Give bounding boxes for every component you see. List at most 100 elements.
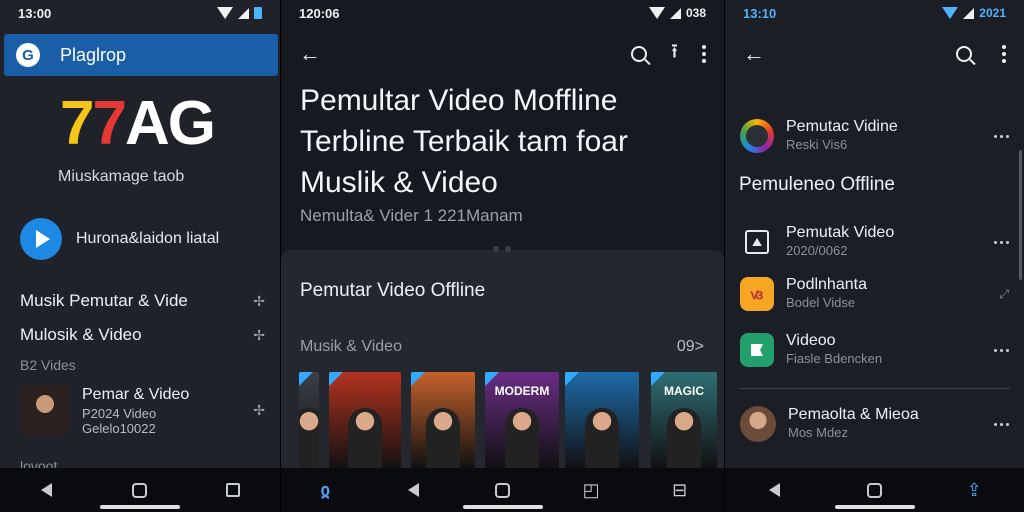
back-arrow-icon[interactable]: ← [299,41,321,67]
corner-badge-icon [329,372,343,386]
list-item[interactable]: Videoo Fiasle Bdencken [740,332,1009,368]
nav-home-button[interactable] [482,473,522,507]
page-meta: Nemulta& Vider 1 221Manam [300,206,523,225]
see-more-link[interactable]: 09> [677,338,704,356]
person-figure [426,408,460,468]
toolbox-icon[interactable]: ⊟ [660,473,700,507]
status-bar: 13:00 [0,0,280,26]
share-icon[interactable]: ⇪ [954,473,994,507]
item-subtitle: Bodel Vidse [786,295,856,310]
photo-frame-icon: ⛰ [745,230,769,254]
more-horizontal-icon[interactable] [994,348,1009,352]
item-subtitle: Mos Mdez [788,425,848,440]
list-item[interactable]: Pemutac Vidine Reski Vis6 [740,118,1009,154]
flag-app-icon [740,333,774,367]
nav-recents-button[interactable] [213,473,253,507]
brand-subtitle: Miuskamage taob [58,168,185,185]
status-battery-text: 038 [685,6,706,20]
sheet-title: Pemutar Video Offline [300,280,486,301]
person-figure [667,408,701,468]
thumbnail-label: MAGIC [664,384,704,398]
system-nav-bar [0,468,280,512]
more-horizontal-icon[interactable] [994,240,1009,244]
video-title: Pemar & Video [82,386,190,403]
nav-back-button[interactable] [27,473,67,507]
play-icon [20,218,62,260]
system-nav-bar: ჲ ◰ ⊟ [281,468,724,512]
top-app-bar: ← ⭱ [281,36,724,72]
back-arrow-icon[interactable]: ← [743,41,765,67]
top-app-bar: ← [725,36,1024,72]
video-thumbnail[interactable] [299,372,319,468]
corner-badge-icon [565,372,579,386]
back-triangle-icon [408,483,420,497]
play-label: Hurona&laidon liatal [76,230,220,247]
signal-icon [963,7,975,19]
video-thumbnail[interactable] [411,372,475,468]
signal-icon [669,7,681,19]
list-item[interactable]: Pemaolta & Mieoa Mos Mdez [740,406,1009,442]
screenshot-icon[interactable]: ◰ [571,473,611,507]
expand-icon[interactable]: ⤢ [999,287,1009,302]
app-title: Plaglrop [60,44,127,65]
list-item[interactable]: Mulosik & Video ✢ [20,318,265,352]
video-thumbnail[interactable] [565,372,639,468]
list-item[interactable]: Musik Pemutar & Vide ✢ [20,284,265,318]
section-title: Pemuleneo Offline [739,174,895,195]
item-title: Videoo [786,332,836,349]
status-battery-text: 2021 [979,6,1006,20]
app-header[interactable]: G Plaglrop [4,34,278,76]
orange-app-icon: ꟃ [740,277,774,311]
item-title: Pemaolta & Mieoa [788,406,919,423]
system-nav-bar: ⇪ [725,468,1024,512]
nav-home-button[interactable] [854,473,894,507]
home-icon [132,482,148,498]
back-triangle-icon [769,483,781,497]
section-label: Musik & Video [300,338,402,355]
play-all-button[interactable]: Hurona&laidon liatal [20,218,219,260]
video-thumbnail[interactable] [329,372,401,468]
more-options-icon[interactable] [1002,45,1006,63]
video-thumbnail[interactable]: MAGIC [651,372,717,468]
more-options-icon[interactable] [702,45,706,63]
brand-logo: 77AG [60,89,216,158]
video-thumbnail[interactable]: MODERM [485,372,559,468]
app-switcher-icon[interactable]: ჲ [305,473,345,507]
item-title: Podlnhanta [786,276,867,293]
more-horizontal-icon[interactable] [994,422,1009,426]
search-icon[interactable] [956,46,972,62]
wifi-icon [217,7,233,19]
nav-back-button[interactable] [755,473,795,507]
left-screen: 13:00 G Plaglrop 77AG Miuskamage taob Hu… [0,0,280,512]
item-subtitle: Fiasle Bdencken [786,351,883,366]
person-figure [585,408,619,468]
section-caption: B2 Vides [20,357,76,373]
recents-icon [226,483,241,497]
nav-back-button[interactable] [394,473,434,507]
nav-home-button[interactable] [120,473,160,507]
home-indicator [100,505,180,509]
video-card[interactable]: Pemar & Video P2024 Video Gelelo10022 ✢ [20,380,265,440]
status-time: 13:00 [18,5,52,21]
status-bar: 13:10 2021 [725,0,1024,26]
right-screen: 13:10 2021 ← Pemutac Vidine Reski Vis6 P… [725,0,1024,512]
scrollbar[interactable] [1019,150,1022,280]
pin-icon[interactable]: ✢ [253,293,265,310]
thumbnail-row: MODERM MAGIC [299,372,719,468]
list-item[interactable]: ⛰ Pemutak Video 2020/0062 [740,224,1009,260]
search-icon[interactable] [631,46,647,62]
middle-screen: 120:06 038 ← ⭱ Pemultar Video Moffline T… [280,0,725,512]
back-triangle-icon [41,483,53,497]
status-time: 120:06 [299,5,340,21]
more-horizontal-icon[interactable] [994,134,1009,138]
pin-icon[interactable]: ✢ [253,402,265,419]
bottom-sheet: Pemutar Video Offline Musik & Video 09> … [281,246,724,468]
person-figure [505,408,539,468]
item-title: Pemutac Vidine [786,118,898,135]
status-time: 13:10 [743,5,777,21]
sheet-handle[interactable] [492,246,513,252]
upload-icon[interactable]: ⭱ [671,37,678,71]
pin-icon[interactable]: ✢ [253,327,265,344]
list-item[interactable]: ꟃ Podlnhanta Bodel Vidse ⤢ [740,276,1009,312]
app-logo-icon: G [16,43,40,67]
